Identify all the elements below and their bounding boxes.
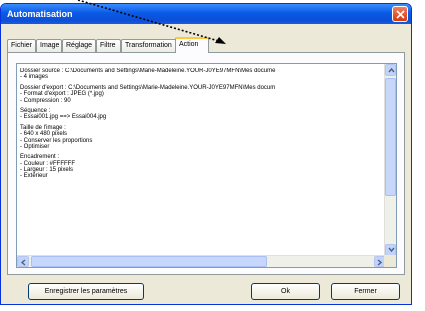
- automation-dialog: Automatisation Fichier Image Réglage Fil…: [0, 3, 412, 305]
- chevron-left-icon: [20, 259, 26, 266]
- horizontal-scroll-thumb[interactable]: [31, 256, 267, 267]
- chevron-up-icon: [388, 67, 395, 73]
- window-title: Automatisation: [7, 9, 73, 19]
- scrollbar-corner: [384, 255, 396, 267]
- tab-panel-action: Dossier source : C:\Documents and Settin…: [7, 52, 405, 275]
- close-window-button[interactable]: [392, 6, 408, 22]
- horizontal-scrollbar[interactable]: [17, 255, 386, 267]
- title-bar: Automatisation: [1, 4, 411, 24]
- close-button[interactable]: Fermer: [331, 283, 400, 300]
- ok-button[interactable]: Ok: [251, 283, 320, 300]
- tab-filtre[interactable]: Filtre: [96, 39, 121, 52]
- scroll-left-button[interactable]: [17, 256, 29, 267]
- summary-text: Dossier source : C:\Documents and Settin…: [20, 68, 386, 254]
- chevron-down-icon: [388, 247, 395, 253]
- tab-action[interactable]: Action: [175, 37, 209, 53]
- close-icon: [396, 10, 405, 19]
- summary-line: - Extérieur: [20, 173, 48, 180]
- vertical-scrollbar[interactable]: [384, 64, 396, 256]
- tab-fichier[interactable]: Fichier: [7, 39, 36, 52]
- summary-textbox[interactable]: Dossier source : C:\Documents and Settin…: [16, 63, 397, 268]
- save-parameters-button[interactable]: Enregistrer les paramètres: [28, 283, 144, 300]
- tab-transformation[interactable]: Transformation: [121, 39, 177, 52]
- tab-image[interactable]: Image: [36, 39, 62, 52]
- vertical-scroll-thumb[interactable]: [385, 78, 396, 196]
- scroll-up-button[interactable]: [385, 64, 396, 76]
- chevron-right-icon: [377, 259, 383, 266]
- tab-reglage[interactable]: Réglage: [62, 39, 96, 52]
